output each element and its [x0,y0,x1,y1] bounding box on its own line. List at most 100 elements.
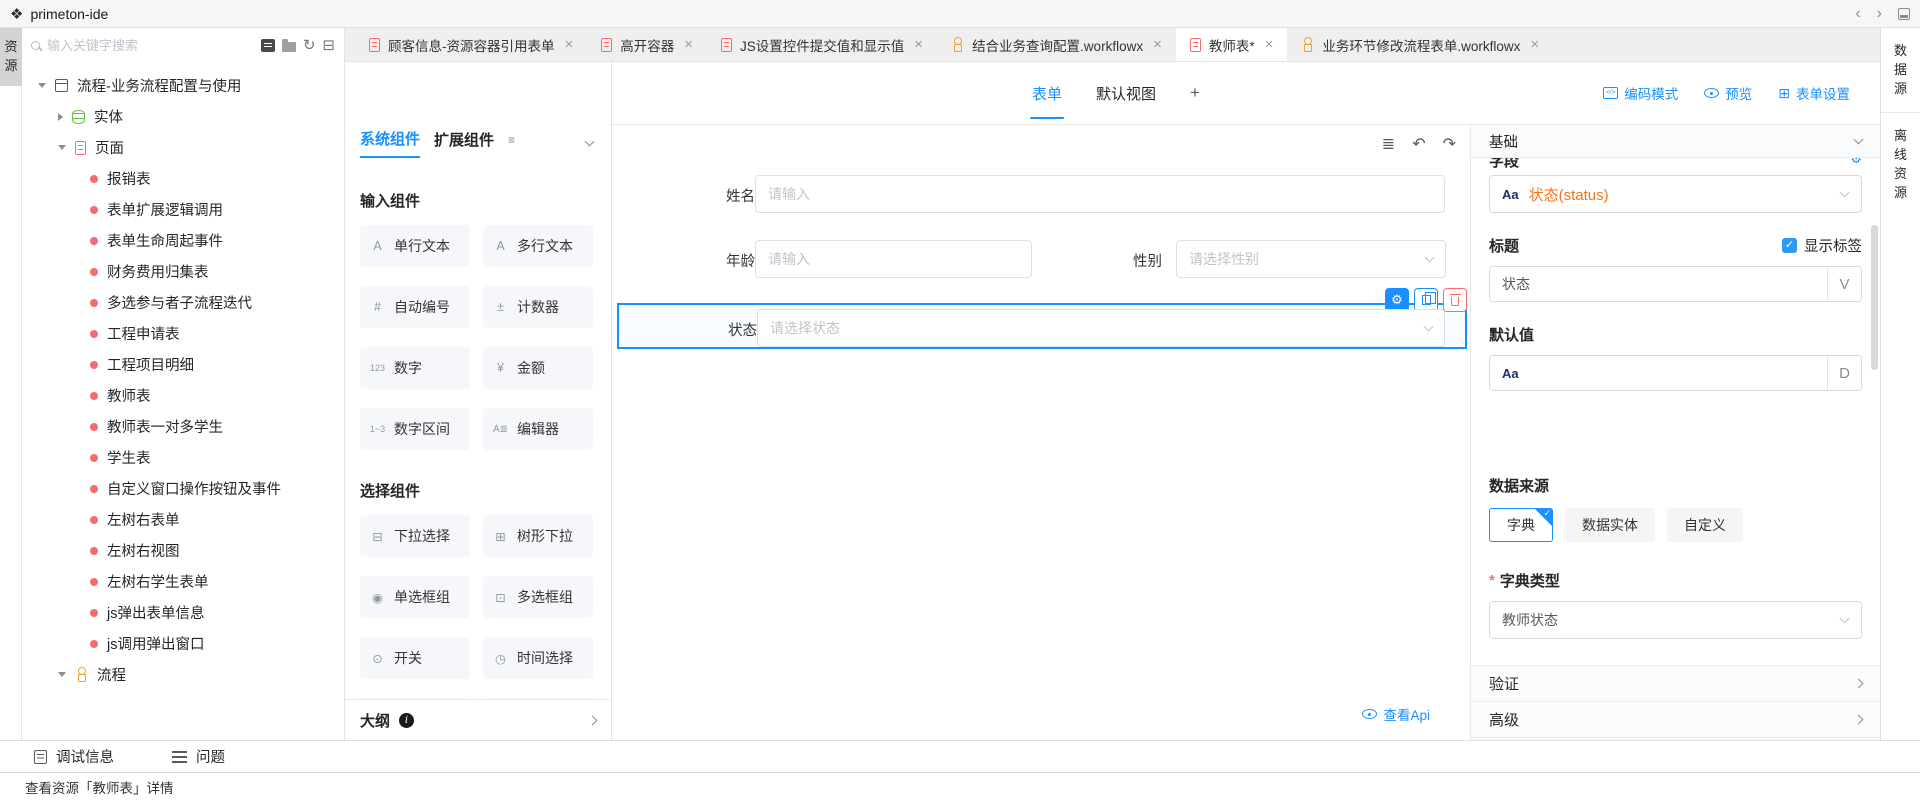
tab-close-icon[interactable]: × [1153,36,1162,53]
tab-close-icon[interactable]: × [565,36,574,53]
tree-leaf[interactable]: 左树右视图 [22,535,344,566]
dock-tab-datasource[interactable]: 数据源 [1881,28,1920,113]
undo-icon[interactable]: ↶ [1412,137,1425,153]
outline-list-icon[interactable]: ≣ [1382,137,1395,153]
tree-leaf[interactable]: 财务费用归集表 [22,256,344,287]
component-dropdown[interactable]: ⊟下拉选择 [360,515,470,557]
search-input[interactable] [47,38,254,53]
panel-menu-icon[interactable]: ≡ [508,133,515,147]
scrollbar-thumb[interactable] [1871,225,1878,370]
tab-close-icon[interactable]: × [1530,36,1539,53]
tree-node-entity[interactable]: 实体 [22,101,344,132]
tree-leaf[interactable]: 表单生命周起事件 [22,225,344,256]
editor-tab-1[interactable]: 高开容器 × [587,28,707,61]
collapse-arrow-icon[interactable] [58,145,66,150]
dock-tab-resources[interactable]: 资源 [0,28,22,86]
datasource-dict-button[interactable]: 字典 [1489,508,1553,542]
tree-leaf[interactable]: 学生表 [22,442,344,473]
collapse-arrow-icon[interactable] [38,83,46,88]
tree-leaf[interactable]: js弹出表单信息 [22,597,344,628]
tree-leaf[interactable]: 工程项目明细 [22,349,344,380]
editor-tab-4-active[interactable]: 教师表* × [1176,28,1288,61]
nav-back-icon[interactable]: ‹ [1855,5,1860,23]
tab-close-icon[interactable]: × [684,36,693,53]
show-label-checkbox[interactable]: ✓ 显示标签 [1782,235,1862,256]
tree-leaf[interactable]: 自定义窗口操作按钮及事件 [22,473,344,504]
datasource-entity-button[interactable]: 数据实体 [1565,508,1655,542]
refresh-icon[interactable]: ↻ [303,38,316,53]
component-tree-dropdown[interactable]: ⊞树形下拉 [483,515,593,557]
collapse-all-icon[interactable]: ⊟ [322,38,335,53]
component-currency[interactable]: ¥金额 [483,347,593,389]
component-counter[interactable]: ±计数器 [483,286,593,328]
form-settings-button[interactable]: ⊞ 表单设置 [1778,83,1850,103]
tree-leaf[interactable]: 左树右表单 [22,504,344,535]
field-status-select[interactable]: 请选择状态 [757,309,1445,347]
tree-leaf[interactable]: 工程申请表 [22,318,344,349]
component-time-picker[interactable]: ◷时间选择 [483,637,593,679]
tree-node-root[interactable]: 流程-业务流程配置与使用 [22,70,344,101]
component-single-line-text[interactable]: A单行文本 [360,225,470,267]
save-layout-icon[interactable] [1898,8,1910,20]
redo-icon[interactable]: ↷ [1443,137,1456,153]
tab-system-components[interactable]: 系统组件 [360,128,420,158]
code-mode-button[interactable]: </> 编码模式 [1603,83,1678,103]
tree-leaf[interactable]: 教师表 [22,380,344,411]
locate-resource-icon[interactable] [261,39,275,52]
nav-forward-icon[interactable]: › [1877,5,1882,23]
component-editor[interactable]: A≣编辑器 [483,408,593,450]
props-basic-header[interactable]: 基础 [1471,125,1880,158]
field-age-input[interactable] [755,240,1032,278]
expand-arrow-icon[interactable] [58,113,63,121]
component-auto-number[interactable]: #自动编号 [360,286,470,328]
component-multi-line-text[interactable]: A多行文本 [483,225,593,267]
tab-form-view[interactable]: 表单 [1032,62,1062,124]
dict-type-select[interactable]: 教师状态 [1489,601,1862,639]
component-number[interactable]: 123数字 [360,347,470,389]
tab-close-icon[interactable]: × [1265,36,1274,53]
info-icon[interactable]: i [399,713,414,728]
component-switch[interactable]: ⊙开关 [360,637,470,679]
component-checkbox-group[interactable]: ⊡多选框组 [483,576,593,618]
tab-default-view[interactable]: 默认视图 [1096,62,1156,124]
gender-placeholder: 请选择性别 [1189,249,1259,269]
collapse-panel-icon[interactable] [585,137,595,147]
tree-leaf[interactable]: 表单扩展逻辑调用 [22,194,344,225]
editor-tab-label: JS设置控件提交值和显示值 [740,35,904,55]
tree-leaf[interactable]: 左树右学生表单 [22,566,344,597]
default-dict-button[interactable]: D [1827,356,1861,390]
new-folder-icon[interactable] [282,42,296,52]
section-advanced[interactable]: 高级 [1471,701,1880,737]
tab-close-icon[interactable]: × [914,36,923,53]
section-validation[interactable]: 验证 [1471,665,1880,701]
debug-info-tab[interactable]: 调试信息 [34,746,114,767]
tab-extension-components[interactable]: 扩展组件 [434,129,494,157]
component-radio-group[interactable]: ◉单选框组 [360,576,470,618]
selected-field-container[interactable]: ⚙ 状态 请选择状态 [617,303,1467,349]
preview-button[interactable]: 预览 [1704,83,1752,103]
outline-section[interactable]: 大纲 i [345,699,611,740]
editor-tab-5[interactable]: 业务环节修改流程表单.workflowx × [1287,28,1553,61]
problems-tab[interactable]: 问题 [172,746,225,767]
editor-tab-2[interactable]: JS设置控件提交值和显示值 × [707,28,937,61]
title-variable-button[interactable]: V [1827,267,1861,301]
datasource-custom-button[interactable]: 自定义 [1667,508,1743,542]
bound-field-select[interactable]: Aa 状态(status) [1489,175,1862,213]
tree-leaf[interactable]: 报销表 [22,163,344,194]
field-name-input[interactable] [755,175,1445,213]
add-view-button[interactable]: + [1190,62,1200,124]
view-api-link[interactable]: 查看Api [1362,704,1430,724]
field-gender-select[interactable]: 请选择性别 [1176,240,1446,278]
tree-leaf[interactable]: 教师表一对多学生 [22,411,344,442]
field-delete-button[interactable] [1443,288,1467,312]
editor-tab-0[interactable]: 顾客信息-资源容器引用表单 × [355,28,587,61]
editor-tab-3[interactable]: 结合业务查询配置.workflowx × [937,28,1176,61]
tree-node-flow[interactable]: 流程 [22,659,344,690]
tree-leaf[interactable]: 多选参与者子流程迭代 [22,287,344,318]
title-input[interactable] [1502,276,1815,292]
tree-node-pages[interactable]: 页面 [22,132,344,163]
component-number-range[interactable]: 1~3数字区间 [360,408,470,450]
tree-leaf[interactable]: js调用弹出窗口 [22,628,344,659]
collapse-arrow-icon[interactable] [58,672,66,677]
dock-tab-offline-resources[interactable]: 离线资源 [1881,113,1920,216]
